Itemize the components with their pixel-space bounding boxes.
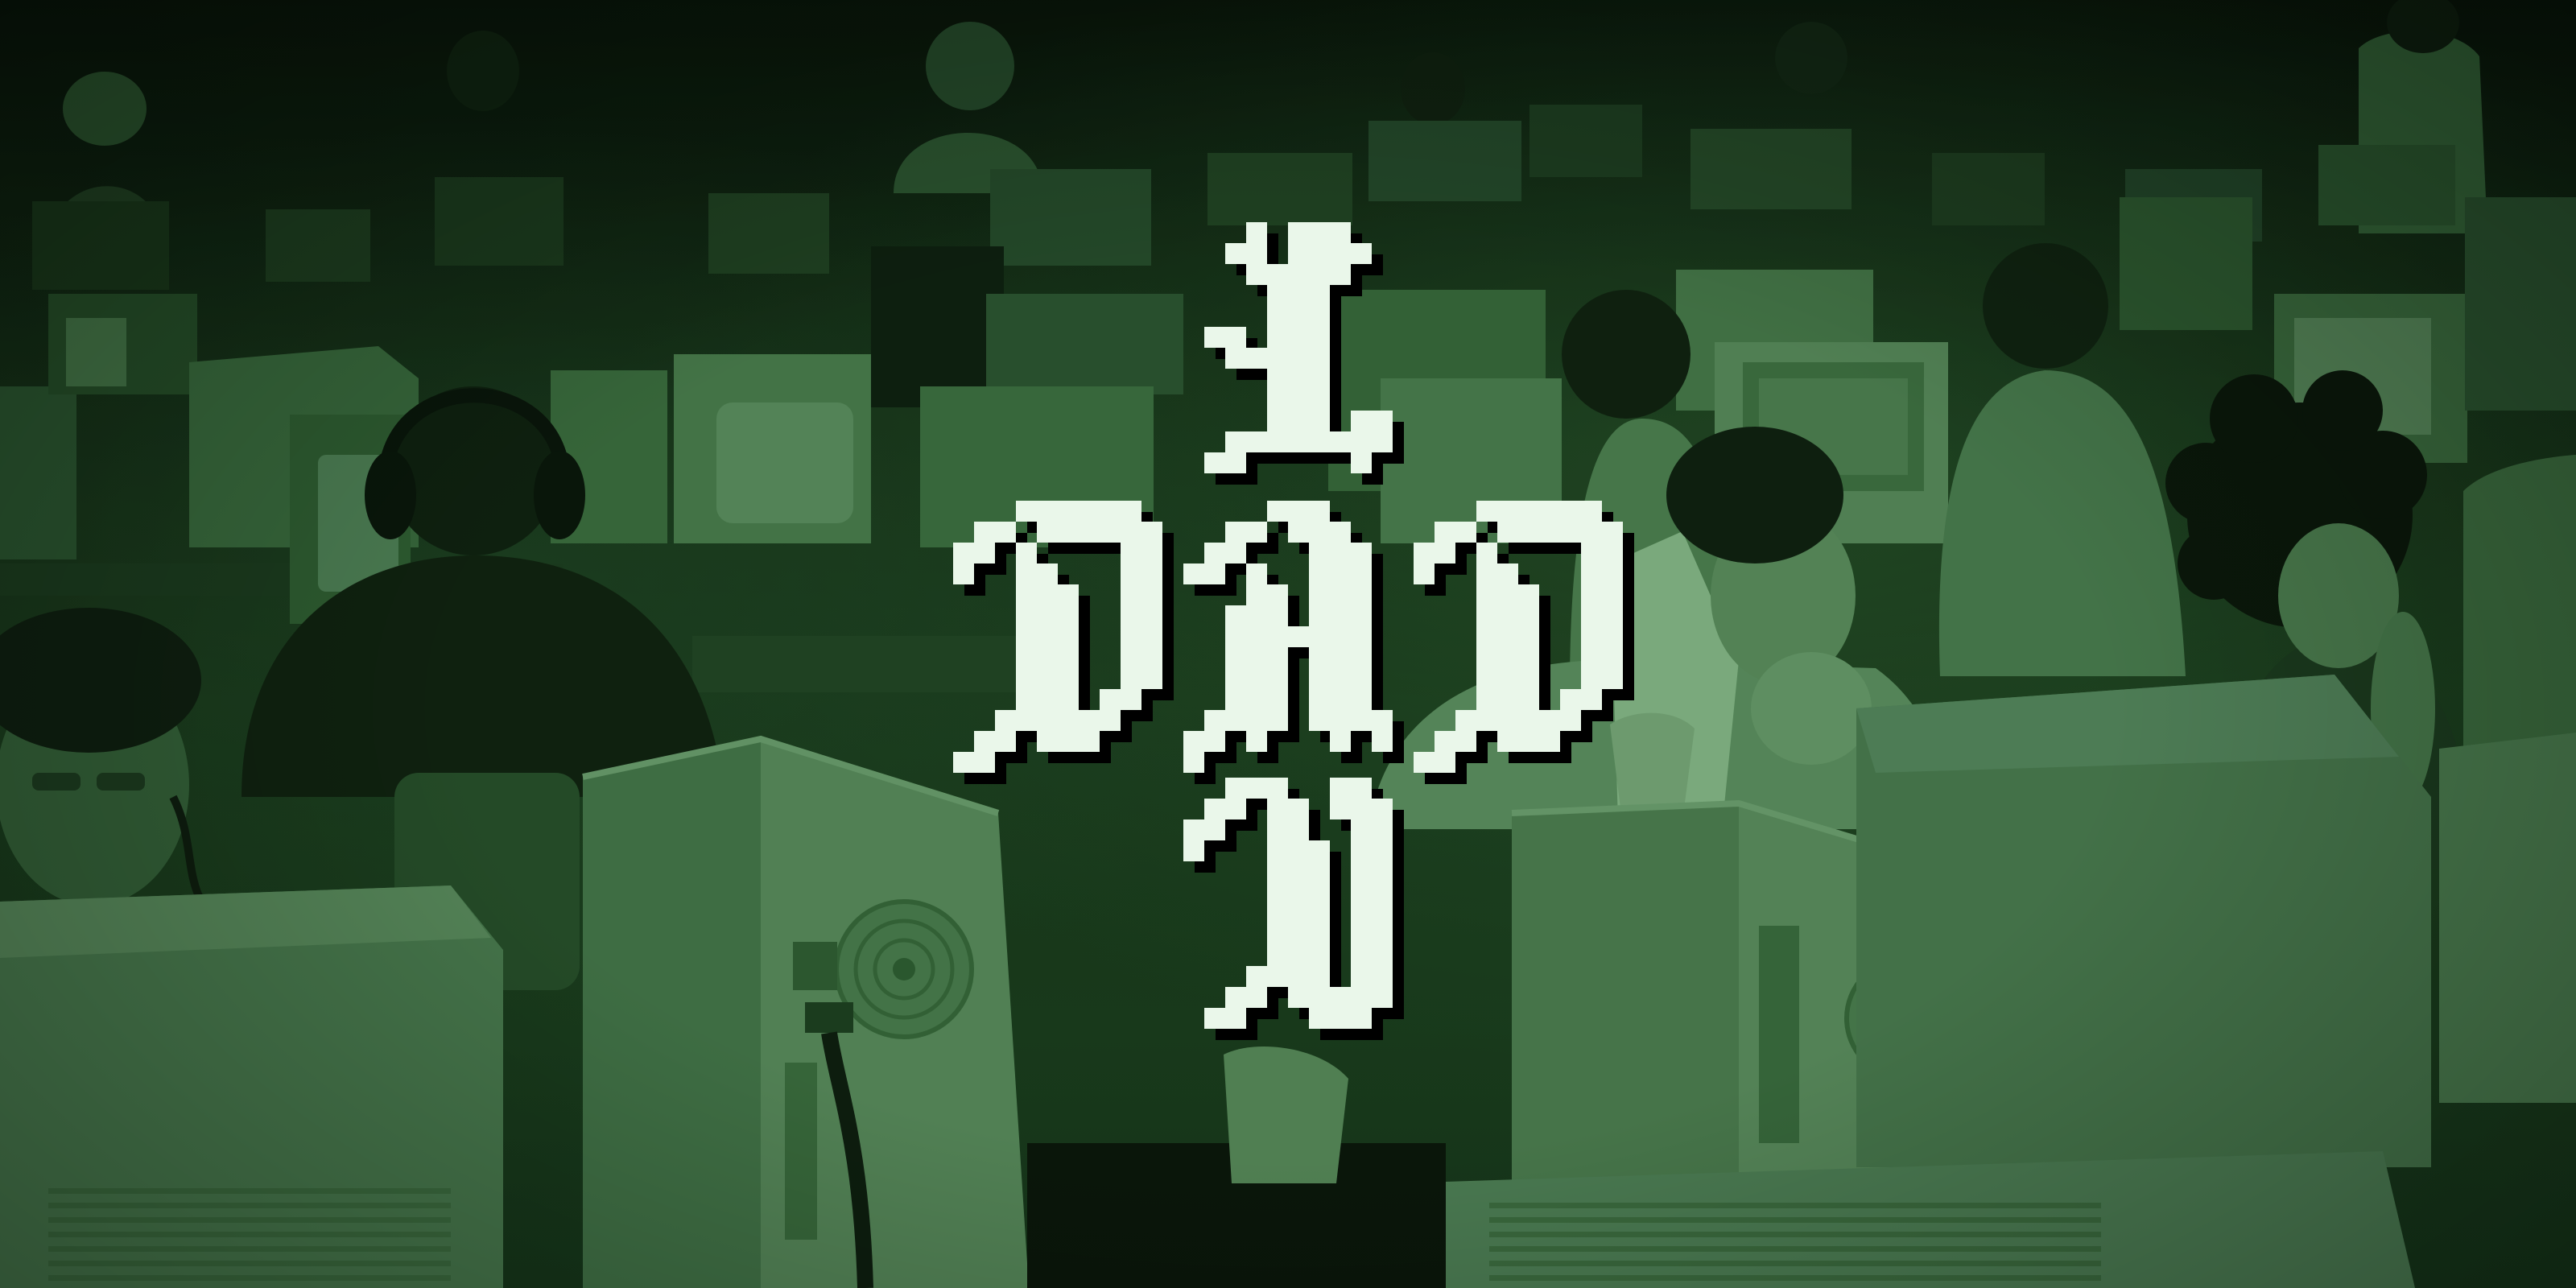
distant-person-head xyxy=(63,72,147,146)
power-socket xyxy=(793,942,837,990)
lan-party-photo xyxy=(0,0,2576,1288)
distant-person-head xyxy=(1775,22,1847,94)
gamer-hair xyxy=(1666,427,1843,564)
port-strip xyxy=(1759,926,1799,1143)
gamer-hair-curl xyxy=(2210,374,2298,463)
standing-person-head xyxy=(1562,290,1690,419)
bag xyxy=(1224,1046,1348,1183)
crt-monitor xyxy=(0,386,76,559)
crt-monitor xyxy=(1381,378,1562,543)
distant-monitor xyxy=(1690,129,1852,209)
headphones-cup xyxy=(365,451,416,539)
vent-grille xyxy=(1489,1199,2101,1288)
crt-monitor xyxy=(2120,197,2252,330)
distant-monitor xyxy=(32,201,169,290)
fan-hub xyxy=(893,958,915,980)
monitor-panel xyxy=(716,402,853,523)
distant-monitor xyxy=(990,169,1151,266)
standing-person-head xyxy=(1983,243,2108,369)
distant-person-head xyxy=(926,22,1014,110)
distant-person-head xyxy=(1401,52,1465,125)
distant-monitor xyxy=(1530,105,1642,177)
glasses-lens xyxy=(32,773,80,791)
distant-monitor xyxy=(435,177,564,266)
distant-monitor xyxy=(266,209,370,282)
vent-grille xyxy=(48,1183,451,1288)
distant-monitor xyxy=(2318,145,2455,225)
crt-monitor xyxy=(920,386,1154,547)
desk-surface xyxy=(692,636,1055,692)
gamer-hair-curl xyxy=(2302,370,2383,451)
crt-monitor-back xyxy=(2439,733,2576,1103)
monitor-screen xyxy=(66,318,126,386)
headphones-cup xyxy=(534,451,585,539)
power-plug xyxy=(805,1002,853,1033)
hero-banner xyxy=(0,0,2576,1288)
crt-monitor xyxy=(986,294,1183,394)
glasses-lens xyxy=(97,773,145,791)
pc-tower xyxy=(871,246,1004,407)
gamer-hand xyxy=(1751,652,1872,765)
distant-monitor xyxy=(1208,153,1352,225)
port-strip xyxy=(785,1063,817,1240)
distant-monitor xyxy=(708,193,829,274)
distant-monitor xyxy=(1368,121,1521,201)
distant-person-head xyxy=(447,31,519,111)
crt-monitor xyxy=(2465,197,2576,411)
gamer-hair-curl xyxy=(2178,527,2250,600)
pc-tower-side xyxy=(583,739,761,1288)
distant-monitor xyxy=(1932,153,2045,225)
